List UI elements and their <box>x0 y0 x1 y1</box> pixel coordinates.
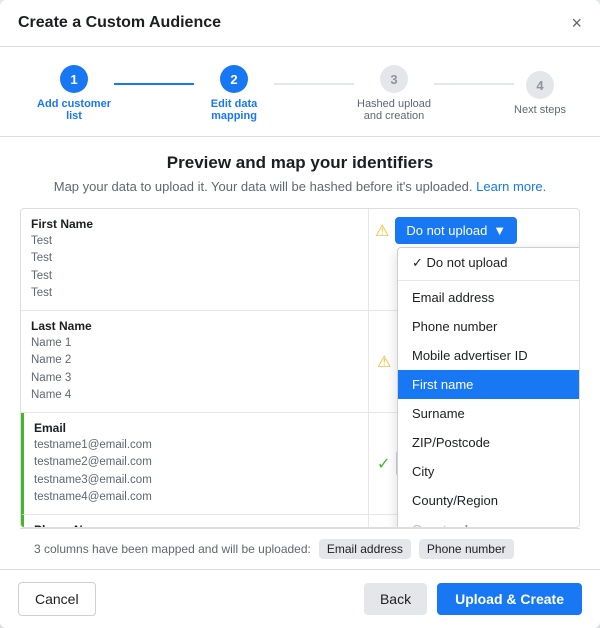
step-1: 1 Add customer list <box>34 65 114 122</box>
learn-more-link[interactable]: Learn more. <box>476 179 546 194</box>
mapped-bar: 3 columns have been mapped and will be u… <box>20 528 580 569</box>
check-icon: ✓ <box>377 454 390 474</box>
dropdown-item-firstname[interactable]: First name <box>398 370 580 399</box>
section-desc-text: Map your data to upload it. Your data wi… <box>54 179 473 194</box>
upload-create-button[interactable]: Upload & Create <box>437 583 582 615</box>
connector-1-2 <box>114 83 194 85</box>
dropdown-menu: Do not upload Email address Phone number… <box>397 247 580 528</box>
step-2: 2 Edit data mapping <box>194 65 274 122</box>
table-row: First Name TestTestTestTest ⚠ Do not upl… <box>21 209 579 311</box>
step-1-circle: 1 <box>60 65 88 93</box>
close-button[interactable]: × <box>571 14 582 32</box>
mapped-tag-phone: Phone number <box>419 539 514 559</box>
step-3-circle: 3 <box>380 65 408 93</box>
step-3: 3 Hashed upload and creation <box>354 65 434 122</box>
mapped-tag-email: Email address <box>319 539 411 559</box>
footer: Cancel Back Upload & Create <box>0 569 600 628</box>
mapped-bar-text: 3 columns have been mapped and will be u… <box>34 542 311 556</box>
row-left-lastname: Last Name Name 1Name 2Name 3Name 4 <box>21 311 369 412</box>
row-header: First Name <box>31 217 358 231</box>
step-1-label: Add customer list <box>34 98 114 122</box>
dropdown-item-county[interactable]: County/Region <box>398 486 580 515</box>
dropdown-item-city[interactable]: City <box>398 457 580 486</box>
step-4-label: Next steps <box>514 104 566 116</box>
connector-2-3 <box>274 83 354 85</box>
row-left-phone: Phone No 215-546-8546215-654-1254 <box>24 515 369 528</box>
modal-title: Create a Custom Audience <box>18 14 221 32</box>
row-header: Email <box>34 421 358 435</box>
dropdown-item-do-not-upload[interactable]: Do not upload <box>398 248 580 278</box>
row-left-firstname: First Name TestTestTestTest <box>21 209 369 310</box>
chevron-down-icon: ▼ <box>493 223 506 238</box>
row-right-firstname: ⚠ Do not upload ▼ Do not upload Email ad… <box>369 209 579 252</box>
warning-icon: ⚠ <box>375 221 389 241</box>
section-desc: Map your data to upload it. Your data wi… <box>20 179 580 194</box>
dropdown-item-email[interactable]: Email address <box>398 283 580 312</box>
dropdown-item-surname[interactable]: Surname <box>398 399 580 428</box>
row-left-email: Email testname1@email.comtestname2@email… <box>24 413 369 514</box>
dropdown-item-phone[interactable]: Phone number <box>398 312 580 341</box>
back-button[interactable]: Back <box>364 583 427 615</box>
dropdown-item-zip[interactable]: ZIP/Postcode <box>398 428 580 457</box>
do-not-upload-dropdown[interactable]: Do not upload ▼ <box>395 217 517 244</box>
section-title: Preview and map your identifiers <box>20 153 580 173</box>
step-2-circle: 2 <box>220 65 248 93</box>
step-4: 4 Next steps <box>514 71 566 116</box>
cancel-button[interactable]: Cancel <box>18 582 96 616</box>
modal: Create a Custom Audience × 1 Add custome… <box>0 0 600 628</box>
stepper: 1 Add customer list 2 Edit data mapping … <box>0 47 600 137</box>
step-3-label: Hashed upload and creation <box>354 98 434 122</box>
dropdown-item-country: Country ℹ <box>398 515 580 528</box>
warning-icon: ⚠ <box>377 352 391 372</box>
modal-header: Create a Custom Audience × <box>0 0 600 47</box>
connector-3-4 <box>434 83 514 85</box>
step-4-circle: 4 <box>526 71 554 99</box>
main-content: Preview and map your identifiers Map you… <box>0 137 600 569</box>
dropdown-item-mobile-advertiser[interactable]: Mobile advertiser ID <box>398 341 580 370</box>
row-header: Last Name <box>31 319 358 333</box>
step-2-label: Edit data mapping <box>194 98 274 122</box>
footer-right: Back Upload & Create <box>364 583 582 615</box>
data-table: First Name TestTestTestTest ⚠ Do not upl… <box>20 208 580 528</box>
